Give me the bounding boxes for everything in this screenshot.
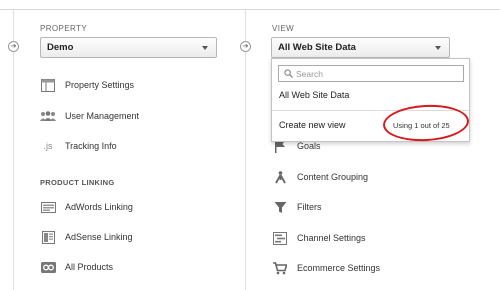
- create-new-view-link[interactable]: Create new view: [279, 120, 346, 130]
- property-column-rule: [13, 10, 14, 290]
- search-icon: [284, 69, 293, 78]
- view-option-all-web-site-data[interactable]: All Web Site Data: [279, 90, 349, 100]
- filters-link[interactable]: Filters: [272, 198, 322, 216]
- tracking-info-link[interactable]: .js Tracking Info: [40, 137, 117, 155]
- property-column-label: PROPERTY: [40, 24, 88, 33]
- adsense-linking-link[interactable]: AdSense Linking: [40, 228, 133, 246]
- settings-window-icon: [40, 78, 56, 92]
- view-select-value: All Web Site Data: [278, 42, 356, 53]
- channel-settings-icon: [272, 231, 288, 245]
- tracking-info-label: Tracking Info: [65, 141, 117, 151]
- view-select[interactable]: All Web Site Data: [271, 37, 450, 58]
- filter-icon: [272, 200, 288, 214]
- chevron-down-icon: [202, 46, 208, 50]
- view-search-input[interactable]: Search: [278, 65, 464, 82]
- all-products-label: All Products: [65, 262, 114, 272]
- top-divider: [0, 9, 500, 10]
- filters-label: Filters: [297, 202, 322, 212]
- adwords-linking-link[interactable]: AdWords Linking: [40, 198, 133, 216]
- product-linking-heading: PRODUCT LINKING: [40, 178, 115, 187]
- view-column-rule: [245, 10, 246, 290]
- chevron-down-icon: [435, 46, 441, 50]
- goals-label: Goals: [297, 141, 321, 151]
- users-icon: [40, 109, 56, 123]
- channel-settings-label: Channel Settings: [297, 233, 366, 243]
- arrow-right-icon: ➔: [240, 41, 251, 52]
- property-settings-link[interactable]: Property Settings: [40, 76, 134, 94]
- adsense-linking-label: AdSense Linking: [65, 232, 133, 242]
- content-grouping-icon: [272, 170, 288, 184]
- ecommerce-settings-link[interactable]: Ecommerce Settings: [272, 259, 380, 277]
- user-management-link[interactable]: User Management: [40, 107, 139, 125]
- adwords-icon: [40, 200, 56, 214]
- search-placeholder: Search: [296, 69, 323, 79]
- cart-icon: [272, 261, 288, 275]
- js-icon: .js: [43, 141, 53, 151]
- property-settings-label: Property Settings: [65, 80, 135, 90]
- user-management-label: User Management: [65, 111, 140, 121]
- adsense-icon: [40, 230, 56, 244]
- all-products-link[interactable]: All Products: [40, 258, 113, 276]
- view-column-label: VIEW: [272, 24, 295, 33]
- adwords-linking-label: AdWords Linking: [65, 202, 133, 212]
- content-grouping-label: Content Grouping: [297, 172, 369, 182]
- content-grouping-link[interactable]: Content Grouping: [272, 168, 368, 186]
- ecommerce-settings-label: Ecommerce Settings: [297, 263, 381, 273]
- arrow-right-icon: ➔: [8, 41, 19, 52]
- channel-settings-link[interactable]: Channel Settings: [272, 229, 366, 247]
- property-select[interactable]: Demo: [40, 37, 217, 58]
- property-select-value: Demo: [47, 42, 74, 53]
- all-products-icon: [40, 260, 56, 274]
